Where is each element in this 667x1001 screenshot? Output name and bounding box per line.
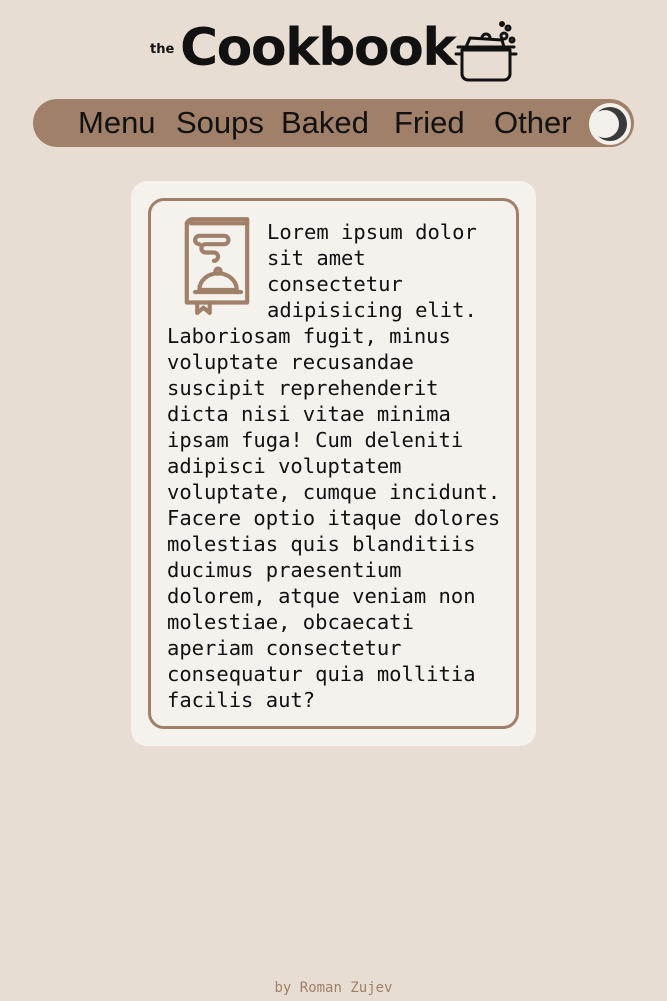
content-card-inner: Lorem ipsum dolor sit amet consectetur a… xyxy=(148,198,519,729)
content-card: Lorem ipsum dolor sit amet consectetur a… xyxy=(131,181,536,746)
logo-title: Cookbook xyxy=(180,18,457,78)
nav-item-soups[interactable]: Soups xyxy=(176,99,264,147)
cooking-pot-icon xyxy=(454,21,518,82)
recipe-book-icon xyxy=(184,217,250,315)
header: the Cookbook xyxy=(0,18,667,86)
moon-icon xyxy=(591,107,627,141)
nav-item-baked[interactable]: Baked xyxy=(281,99,369,147)
nav-item-other[interactable]: Other xyxy=(494,99,572,147)
theme-toggle-button[interactable] xyxy=(587,101,633,147)
navbar: Menu Soups Baked Fried Other xyxy=(33,99,634,147)
nav-item-menu[interactable]: Menu xyxy=(78,99,156,147)
nav-item-fried[interactable]: Fried xyxy=(394,99,465,147)
footer-credit: by Roman Zujev xyxy=(274,980,393,996)
logo-small-text: the xyxy=(150,42,175,57)
